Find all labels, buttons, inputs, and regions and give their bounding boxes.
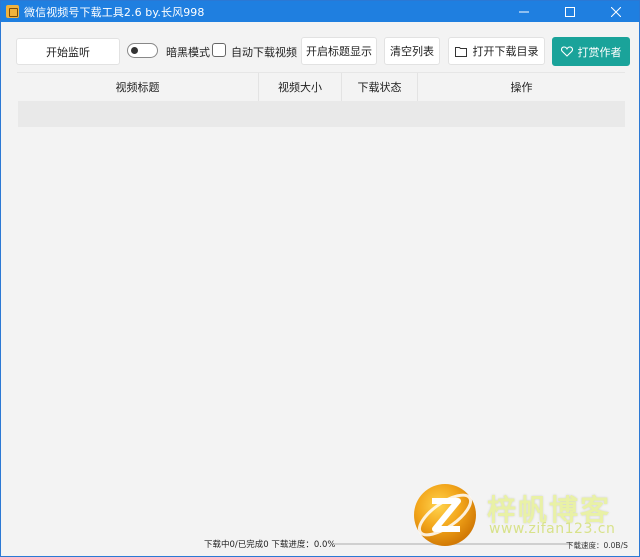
window-controls bbox=[501, 1, 639, 22]
heart-icon bbox=[560, 46, 573, 57]
minimize-button[interactable] bbox=[501, 1, 547, 22]
title-bar[interactable]: 微信视频号下载工具2.6 by.长风998 bbox=[1, 1, 639, 22]
watermark-logo-icon bbox=[414, 484, 476, 546]
auto-download-label: 自动下载视频 bbox=[231, 46, 297, 59]
column-header-actions[interactable]: 操作 bbox=[418, 73, 625, 101]
dark-mode-toggle[interactable] bbox=[127, 43, 158, 58]
tip-author-label: 打赏作者 bbox=[577, 45, 622, 59]
dark-mode-label: 暗黑模式 bbox=[166, 46, 210, 59]
window-title: 微信视频号下载工具2.6 by.长风998 bbox=[24, 5, 205, 19]
toolbar: 开始监听 暗黑模式 自动下载视频 开启标题显示 清空列表 打开下载目录 打赏作者 bbox=[1, 22, 639, 71]
open-download-dir-button[interactable]: 打开下载目录 bbox=[448, 37, 545, 65]
tip-author-button[interactable]: 打赏作者 bbox=[552, 37, 630, 66]
minimize-icon bbox=[519, 11, 529, 12]
folder-icon bbox=[454, 46, 467, 57]
table-empty-row bbox=[18, 101, 625, 127]
clear-list-button[interactable]: 清空列表 bbox=[384, 37, 440, 65]
app-icon bbox=[6, 5, 19, 18]
watermark-url: www.zifan123.cn bbox=[489, 521, 616, 537]
open-download-dir-label: 打开下载目录 bbox=[472, 45, 539, 58]
title-display-button[interactable]: 开启标题显示 bbox=[301, 37, 377, 65]
start-listening-button[interactable]: 开始监听 bbox=[16, 38, 120, 65]
toggle-knob bbox=[131, 47, 138, 54]
watermark: 梓帆博客 www.zifan123.cn bbox=[411, 481, 640, 551]
app-window: 微信视频号下载工具2.6 by.长风998 开始监听 暗黑模式 自动下载视频 开… bbox=[0, 0, 640, 557]
close-button[interactable] bbox=[593, 1, 639, 22]
column-header-title[interactable]: 视频标题 bbox=[17, 73, 259, 101]
table-header: 视频标题 视频大小 下载状态 操作 bbox=[17, 72, 625, 101]
close-icon bbox=[611, 6, 621, 17]
column-header-status[interactable]: 下载状态 bbox=[342, 73, 418, 101]
column-header-size[interactable]: 视频大小 bbox=[259, 73, 342, 101]
auto-download-checkbox[interactable] bbox=[212, 43, 226, 57]
maximize-icon bbox=[565, 6, 575, 17]
download-summary: 下载中0/已完成0 下载进度：0.0% bbox=[204, 540, 336, 550]
maximize-button[interactable] bbox=[547, 1, 593, 22]
